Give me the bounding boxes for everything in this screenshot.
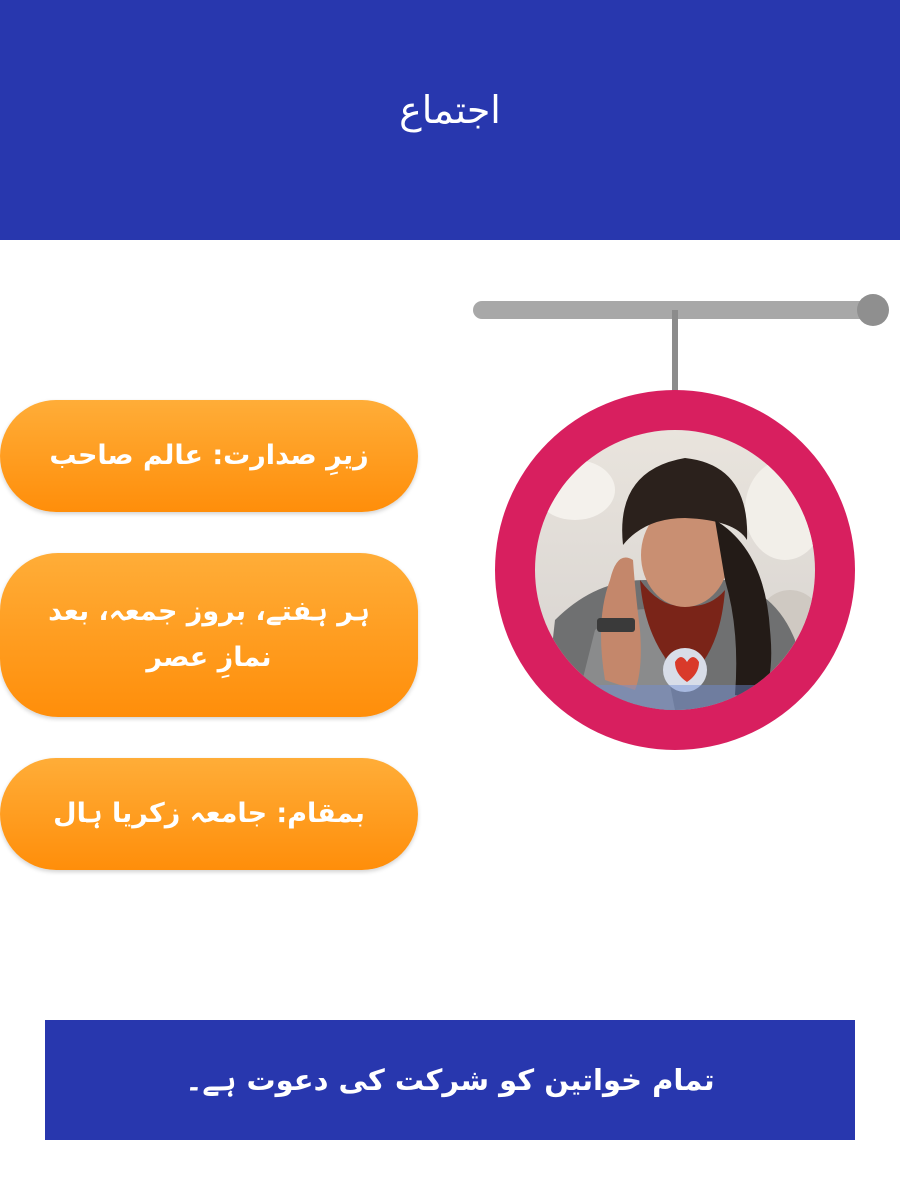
hanger-rod: [672, 310, 678, 394]
presided-by-pill: زیرِ صدارت: عالم صاحب: [0, 400, 418, 512]
invitation-text: تمام خواتین کو شرکت کی دعوت ہے۔: [185, 1063, 715, 1097]
hanger-knob: [857, 294, 889, 326]
poster: اجتماع زیرِ صدارت: عالم صاحب ہر ہفتے، بر…: [0, 0, 900, 1200]
schedule-text: ہر ہفتے، بروز جمعہ، بعد نمازِ عصر: [48, 596, 370, 673]
venue-pill: بمقام: جامعہ زکریا ہال: [0, 758, 418, 870]
presided-by-text: زیرِ صدارت: عالم صاحب: [49, 440, 369, 471]
schedule-pill: ہر ہفتے، بروز جمعہ، بعد نمازِ عصر: [0, 553, 418, 717]
venue-text: بمقام: جامعہ زکریا ہال: [53, 798, 365, 829]
portrait-photo: [535, 430, 815, 710]
header-banner: اجتماع: [0, 0, 900, 240]
invitation-banner: تمام خواتین کو شرکت کی دعوت ہے۔: [45, 1020, 855, 1140]
page-title: اجتماع: [399, 88, 501, 132]
